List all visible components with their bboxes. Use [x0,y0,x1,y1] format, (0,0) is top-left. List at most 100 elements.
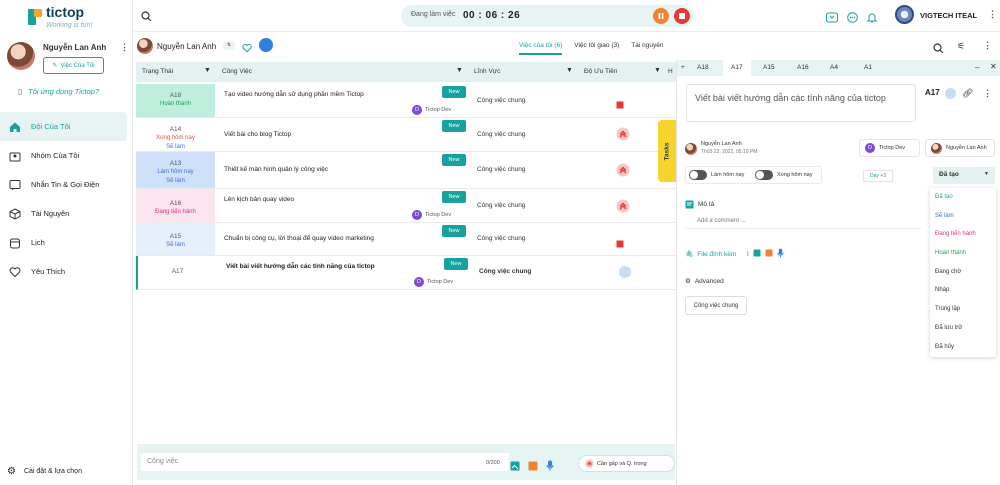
new-task-input[interactable]: Công việc [141,453,509,471]
tab-resources[interactable]: Tài nguyên [631,42,663,55]
add-tab-icon[interactable]: + [681,64,685,71]
priority-square-icon[interactable] [616,96,624,114]
tab-task[interactable]: A18 [697,64,709,71]
stop-button[interactable] [674,8,690,24]
mic-icon[interactable] [777,248,785,260]
deadline-chip[interactable]: Day +3 [863,170,893,182]
priority-none-icon[interactable] [618,265,632,284]
sidebar-item-resources[interactable]: Tài Nguyên [0,199,133,228]
filter-icon[interactable]: ▼ [566,67,573,74]
filter-toggle-icon[interactable]: ⇅ [223,41,235,50]
comment-input[interactable]: Add a comment ... [685,214,922,229]
status-option[interactable]: Nháp [930,281,996,300]
filter-icon[interactable]: ▼ [654,67,661,74]
filter-icon[interactable]: ▼ [456,67,463,74]
search-icon[interactable] [141,9,152,27]
messenger-icon[interactable] [259,38,273,52]
status-cell[interactable]: A13 Làm hôm nay Sẽ làm [136,152,215,188]
user-avatar[interactable] [895,5,914,24]
note-icon[interactable] [765,249,773,259]
task-title[interactable]: Chuẩn bị công cụ, lời thoại để quay vide… [224,235,374,242]
task-title[interactable]: Viết bài viết hướng dẫn các tính năng củ… [226,263,375,270]
heart-outline-icon[interactable] [242,40,252,58]
tab-task[interactable]: A16 [797,64,809,71]
tab-task[interactable]: A1 [864,64,872,71]
pause-button[interactable] [653,8,669,24]
sidebar-item-favorites[interactable]: Yêu Thích [0,257,133,286]
priority-chip[interactable]: Cần gấp và Q. trọng [578,455,675,472]
tab-task[interactable]: A4 [830,64,838,71]
profile-avatar[interactable] [7,42,35,70]
status-option[interactable]: Đang chờ [930,263,996,282]
table-row-selected[interactable]: A17 Viết bài viết hướng dẫn các tính năn… [136,256,676,290]
tab-task[interactable]: A15 [763,64,775,71]
status-cell[interactable]: A17 [138,256,217,289]
finish-today-toggle[interactable]: Xong hôm nay [755,170,812,180]
status-select[interactable]: Đã tạo ▼ [933,167,995,184]
filter-icon[interactable]: ▼ [204,67,211,74]
table-row[interactable]: A15 Sẽ làm Chuẩn bị công cụ, lời thoại đ… [136,223,676,256]
status-option[interactable]: Đang tiến hành [930,225,996,244]
tab-task-active[interactable]: A17 [723,60,751,76]
task-title[interactable]: Viết bài cho blog Tictop [224,131,291,138]
advanced-section[interactable]: ⚙ Advanced [685,277,724,286]
list-menu-icon[interactable]: ⋮ [983,40,992,51]
my-tasks-button[interactable]: ✎ Việc Của Tôi [43,57,104,74]
do-today-toggle[interactable]: Làm hôm nay [689,170,744,180]
link-icon[interactable]: 🔗︎ [962,88,973,99]
video-call-icon[interactable] [826,10,838,28]
sidebar-item-messages[interactable]: Nhắn Tin & Gọi Điện [0,170,133,199]
status-option[interactable]: Hoàn thành [930,244,996,263]
task-title[interactable]: Tạo video hướng dẫn sử dụng phần mềm Tic… [224,91,364,98]
table-row[interactable]: A18 Hoàn thành Tạo video hướng dẫn sử dụ… [136,84,676,118]
sidebar-item-calendar[interactable]: Lịch [0,228,133,257]
status-option[interactable]: Trùng lặp [930,300,996,319]
search-icon[interactable] [933,41,944,59]
status-option[interactable]: Đã tạo [930,188,996,207]
priority-square-icon[interactable] [616,235,624,253]
table-row[interactable]: A14 Xong hôm nay Sẽ làm Viết bài cho blo… [136,118,676,152]
task-title-field[interactable]: Viết bài viết hướng dẫn các tính năng củ… [686,84,916,122]
table-row[interactable]: A16 Đang tiến hành Lên kịch bản quay vid… [136,189,676,223]
priority-urgent-icon[interactable] [616,163,630,182]
col-field[interactable]: Lĩnh Vực [474,68,500,75]
logo[interactable]: tictop Working is fun! [28,5,92,29]
col-priority[interactable]: Độ Ưu Tiên [584,68,617,75]
close-icon[interactable]: ✕ [990,62,997,71]
col-status[interactable]: Trạng Thái [142,68,173,75]
chat-icon[interactable] [847,10,858,28]
table-row[interactable]: A13 Làm hôm nay Sẽ làm Thiết kế màn hình… [136,152,676,189]
user-menu-icon[interactable]: ⋮ [988,9,997,20]
user-name[interactable]: VIGTECH ITEAL [920,11,977,20]
priority-urgent-icon[interactable] [616,127,630,146]
priority-urgent-icon[interactable] [616,199,630,218]
minimize-icon[interactable]: – [975,63,979,72]
attachments-section[interactable]: 🖇︎ File đính kèm ⌇ [685,248,785,260]
status-cell[interactable]: A16 Đang tiến hành [136,189,215,222]
image-icon[interactable] [753,249,761,259]
task-title[interactable]: Thiết kế màn hình quản lý công việc [224,166,328,173]
priority-none-icon[interactable] [945,88,956,99]
status-cell[interactable]: A15 Sẽ làm [136,223,215,255]
apply-note[interactable]: ▯ Tôi ứng dụng Tictop? [18,87,99,96]
owner-avatar[interactable] [137,38,153,54]
toggle-switch[interactable] [689,170,707,180]
tasks-side-tab[interactable]: Tasks [658,120,676,182]
tab-my-tasks[interactable]: Việc của tôi (6) [519,42,563,55]
sidebar-item-team[interactable]: Đội Của Tôi [0,112,127,141]
detail-menu-icon[interactable]: ⋮ [983,88,992,99]
status-option[interactable]: Sẽ làm [930,207,996,226]
assignee-chip[interactable]: Nguyễn Lan Anh [925,139,995,157]
col-task[interactable]: Công Việc [222,68,252,75]
field-chip[interactable]: Công việc chung [685,296,747,315]
settings-link[interactable]: ⚙ Cài đặt & lựa chọn [7,466,82,477]
assign-group-chip[interactable]: D Tictop Dev [859,139,920,157]
status-cell[interactable]: A18 Hoàn thành [136,84,215,117]
paperclip-icon[interactable]: ⌇ [746,250,749,258]
status-option[interactable]: Đã hủy [930,338,996,357]
bell-icon[interactable] [866,10,878,28]
sliders-icon[interactable]: ⚟ [957,41,965,52]
description-section[interactable]: Mô tả [685,200,714,209]
mic-icon[interactable] [546,458,554,476]
toggle-switch[interactable] [755,170,773,180]
